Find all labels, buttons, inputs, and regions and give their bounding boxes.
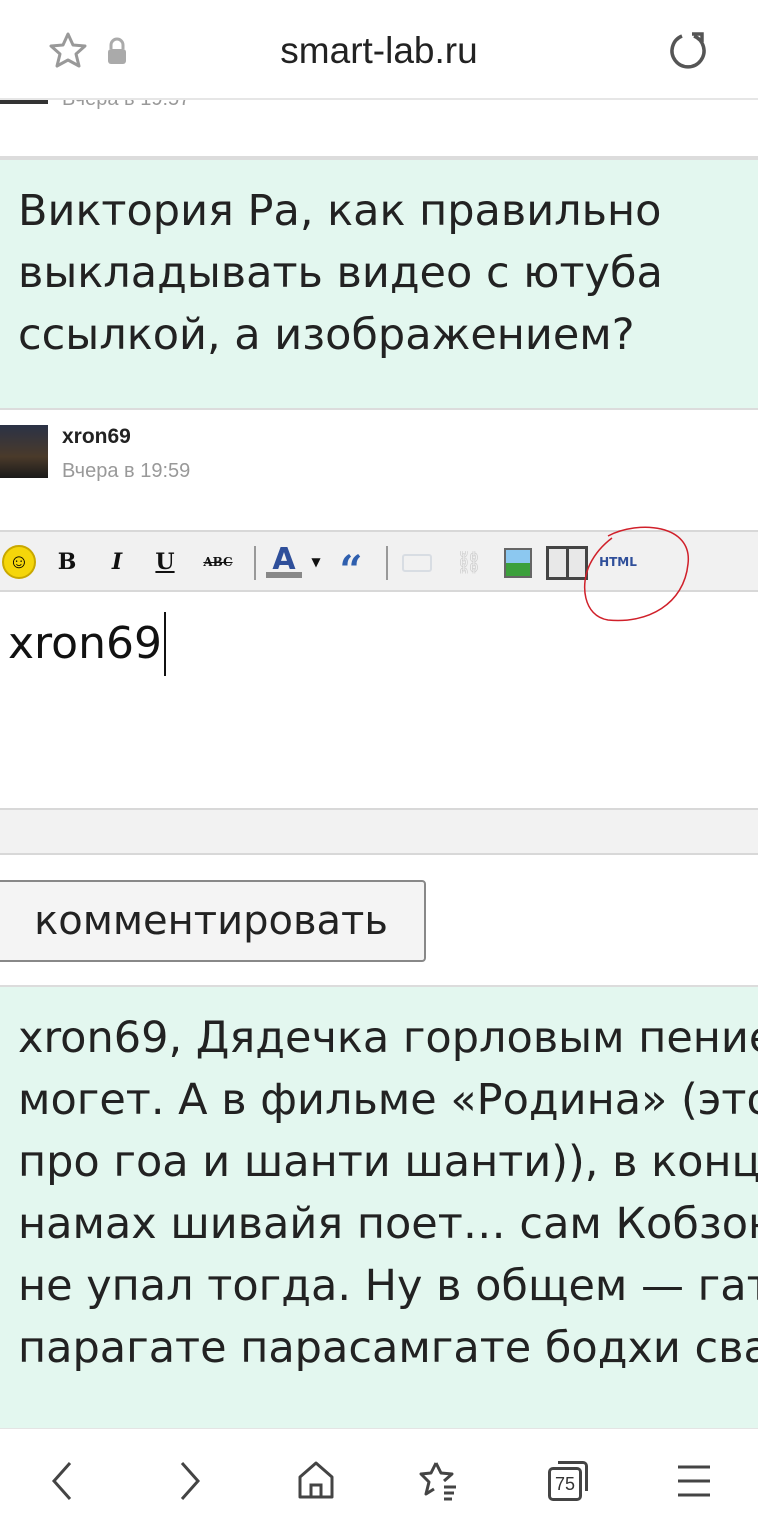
url-text[interactable]: smart-lab.ru <box>0 30 758 72</box>
back-icon[interactable] <box>40 1459 84 1503</box>
browser-bottom-nav: 75 <box>0 1428 758 1529</box>
annotation-circle <box>583 526 689 622</box>
forward-icon[interactable] <box>168 1459 212 1503</box>
comment-text: Виктория Ра, как правильно выкладывать в… <box>0 158 758 410</box>
reload-icon[interactable] <box>668 30 710 72</box>
smiley-icon[interactable]: ☺ <box>2 545 36 579</box>
italic-button[interactable]: I <box>104 546 130 578</box>
chevron-down-icon[interactable]: ▼ <box>308 546 324 578</box>
image-icon[interactable] <box>504 548 532 578</box>
avatar[interactable] <box>0 425 48 478</box>
comment-author[interactable]: xron69 <box>62 425 131 449</box>
comment-line: могет. А в фильме «Родина» (это <box>18 1075 758 1125</box>
comment-line: не упал тогда. Ну в общем — гате гате <box>18 1261 758 1311</box>
tabs-button[interactable]: 75 <box>544 1459 588 1503</box>
menu-icon[interactable] <box>672 1459 716 1503</box>
link-icon[interactable] <box>402 554 432 572</box>
comment-line: намах шивайя поет… сам Кобзон <box>18 1199 758 1249</box>
comment-line: парагате парасамгате бодхи сваха <box>18 1323 758 1373</box>
home-icon[interactable] <box>294 1459 338 1503</box>
editor-resize-bar[interactable] <box>0 808 758 855</box>
bookmarks-icon[interactable] <box>418 1459 462 1503</box>
underline-button[interactable]: U <box>152 546 178 578</box>
divider <box>386 546 388 580</box>
comment-line: Виктория Ра, как правильно <box>18 186 662 236</box>
comment-date: Вчера в 19:59 <box>62 460 191 482</box>
comment-line: ссылкой, а изображением? <box>18 310 635 360</box>
comment-line: про гоа и шанти шанти)), в конце <box>18 1137 758 1187</box>
bold-button[interactable]: B <box>54 546 80 578</box>
strikethrough-button[interactable]: ABC <box>198 546 238 578</box>
font-color-button[interactable]: A <box>266 542 302 578</box>
quote-button[interactable]: “ <box>334 546 368 594</box>
comment-submit-button[interactable]: комментировать <box>0 880 426 962</box>
comment-line: xron69, Дядечка горловым пением <box>18 1013 758 1063</box>
comment-text: xron69, Дядечка горловым пением могет. А… <box>0 985 758 1430</box>
tabs-icon <box>558 1461 588 1491</box>
unlink-icon[interactable]: ⛓ <box>452 550 486 576</box>
divider <box>254 546 256 580</box>
comment-line: выкладывать видео с ютуба <box>18 248 663 298</box>
browser-address-bar: smart-lab.ru <box>0 0 758 100</box>
comment-input-value[interactable]: xron69 <box>8 612 166 676</box>
